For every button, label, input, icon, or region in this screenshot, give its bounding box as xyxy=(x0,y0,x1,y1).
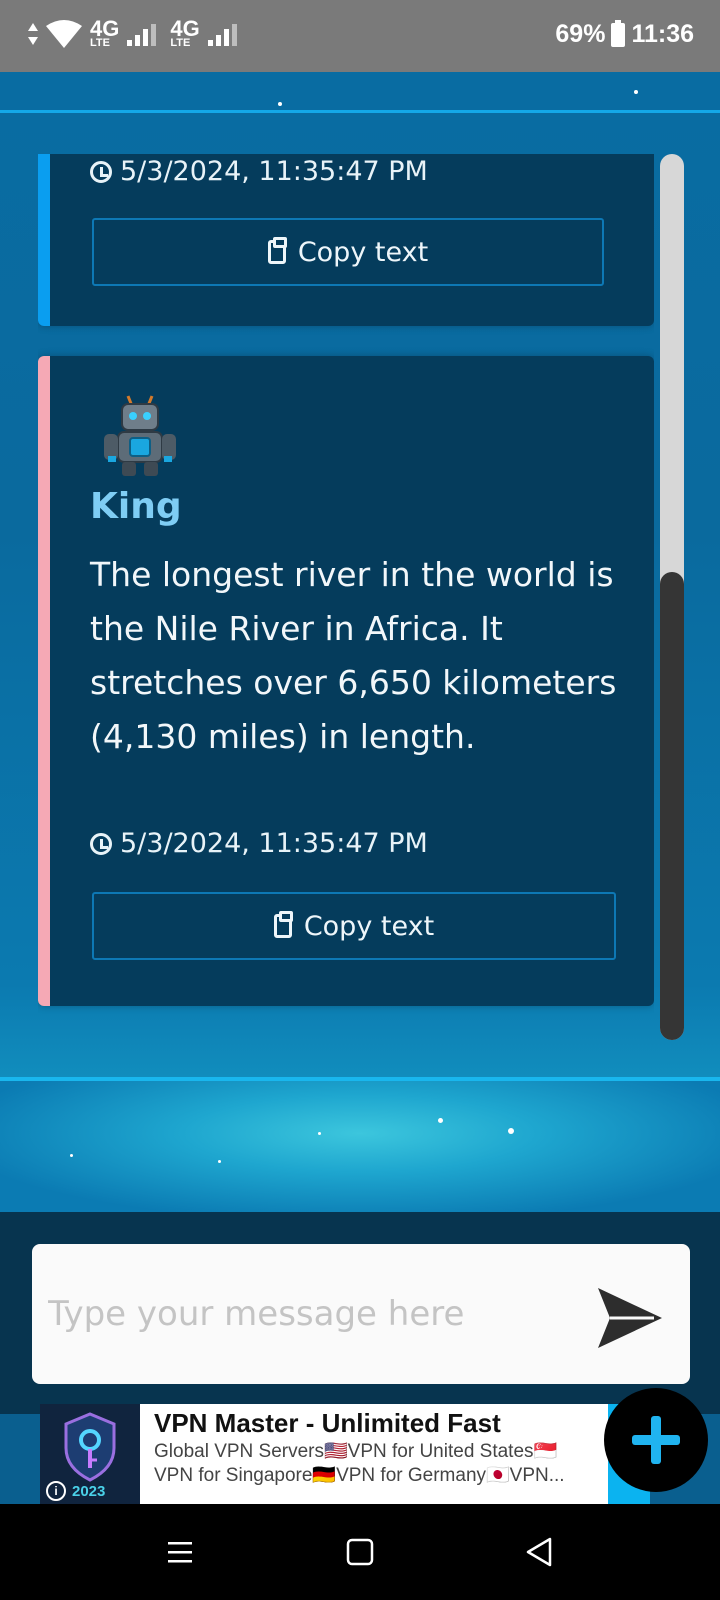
network-sub-2: LTE xyxy=(170,37,191,49)
copy-text-button[interactable]: Copy text xyxy=(92,218,604,286)
vpn-shield-key-icon xyxy=(64,1412,116,1482)
ad-description: Global VPN Servers🇺🇸VPN for United State… xyxy=(154,1441,565,1486)
copy-text-label: Copy text xyxy=(303,910,435,942)
battery-percent: 69% xyxy=(555,20,606,48)
status-left: 4G LTE 4G LTE xyxy=(28,18,243,49)
wifi-icon xyxy=(46,19,82,48)
home-square-icon[interactable] xyxy=(342,1534,378,1570)
robot-avatar-icon xyxy=(104,395,176,476)
network-sub-1: LTE xyxy=(90,37,110,49)
alarm-clock-icon xyxy=(90,832,112,855)
ad-icon-year: 2023 xyxy=(72,1483,106,1500)
message-timestamp: 5/3/2024, 11:35:47 PM xyxy=(90,156,428,187)
top-divider xyxy=(0,110,720,113)
star-decoration xyxy=(278,102,282,106)
message-card: King The longest river in the world is t… xyxy=(38,356,654,1006)
ad-info-icon[interactable]: i xyxy=(46,1481,66,1501)
network-indicator-2: 4G LTE xyxy=(170,18,199,49)
system-nav-bar xyxy=(0,1504,720,1600)
back-triangle-icon[interactable] xyxy=(522,1534,558,1570)
star-decoration xyxy=(508,1128,514,1134)
message-accent-bar xyxy=(38,154,50,326)
timestamp-text: 5/3/2024, 11:35:47 PM xyxy=(120,156,428,187)
copy-text-label: Copy text xyxy=(297,236,429,268)
message-accent-bar xyxy=(38,356,50,1006)
star-decoration xyxy=(634,90,638,94)
star-decoration xyxy=(70,1154,73,1157)
ad-banner[interactable]: i 2023 VPN Master - Unlimited Fast Globa… xyxy=(40,1404,608,1504)
clipboard-icon xyxy=(273,911,293,938)
glow-decoration xyxy=(0,1081,720,1212)
plus-icon xyxy=(632,1416,680,1464)
message-text: The longest river in the world is the Ni… xyxy=(90,555,617,756)
status-right: 69% 11:36 xyxy=(555,19,694,49)
composer-bar xyxy=(0,1212,720,1414)
message-timestamp: 5/3/2024, 11:35:47 PM xyxy=(90,828,428,859)
star-decoration xyxy=(218,1160,221,1163)
data-arrows-icon xyxy=(28,22,38,45)
add-button[interactable] xyxy=(604,1388,708,1492)
timestamp-text: 5/3/2024, 11:35:47 PM xyxy=(120,828,428,859)
menu-icon[interactable] xyxy=(162,1534,198,1570)
battery-icon xyxy=(611,19,626,47)
sender-name: King xyxy=(90,486,182,527)
star-decoration xyxy=(438,1118,443,1123)
clipboard-icon xyxy=(267,237,287,264)
chat-message-list[interactable]: 5/3/2024, 11:35:47 PM Copy text King The… xyxy=(38,154,654,1014)
status-bar: 4G LTE 4G LTE 69% 11:36 xyxy=(0,0,720,72)
alarm-clock-icon xyxy=(90,160,112,183)
signal-bars-1-icon xyxy=(127,22,157,46)
network-indicator-1: 4G LTE xyxy=(90,18,119,49)
signal-bars-2-icon xyxy=(207,22,237,46)
ad-app-icon: i 2023 xyxy=(40,1404,140,1504)
scrollbar-thumb[interactable] xyxy=(660,572,684,1040)
star-decoration xyxy=(318,1132,321,1135)
copy-text-button[interactable]: Copy text xyxy=(92,892,616,960)
chat-scrollbar[interactable] xyxy=(660,154,684,1040)
send-icon[interactable] xyxy=(592,1280,668,1356)
clock: 11:36 xyxy=(631,20,694,48)
ad-title: VPN Master - Unlimited Fast xyxy=(154,1408,501,1438)
message-card: 5/3/2024, 11:35:47 PM Copy text xyxy=(38,154,654,326)
